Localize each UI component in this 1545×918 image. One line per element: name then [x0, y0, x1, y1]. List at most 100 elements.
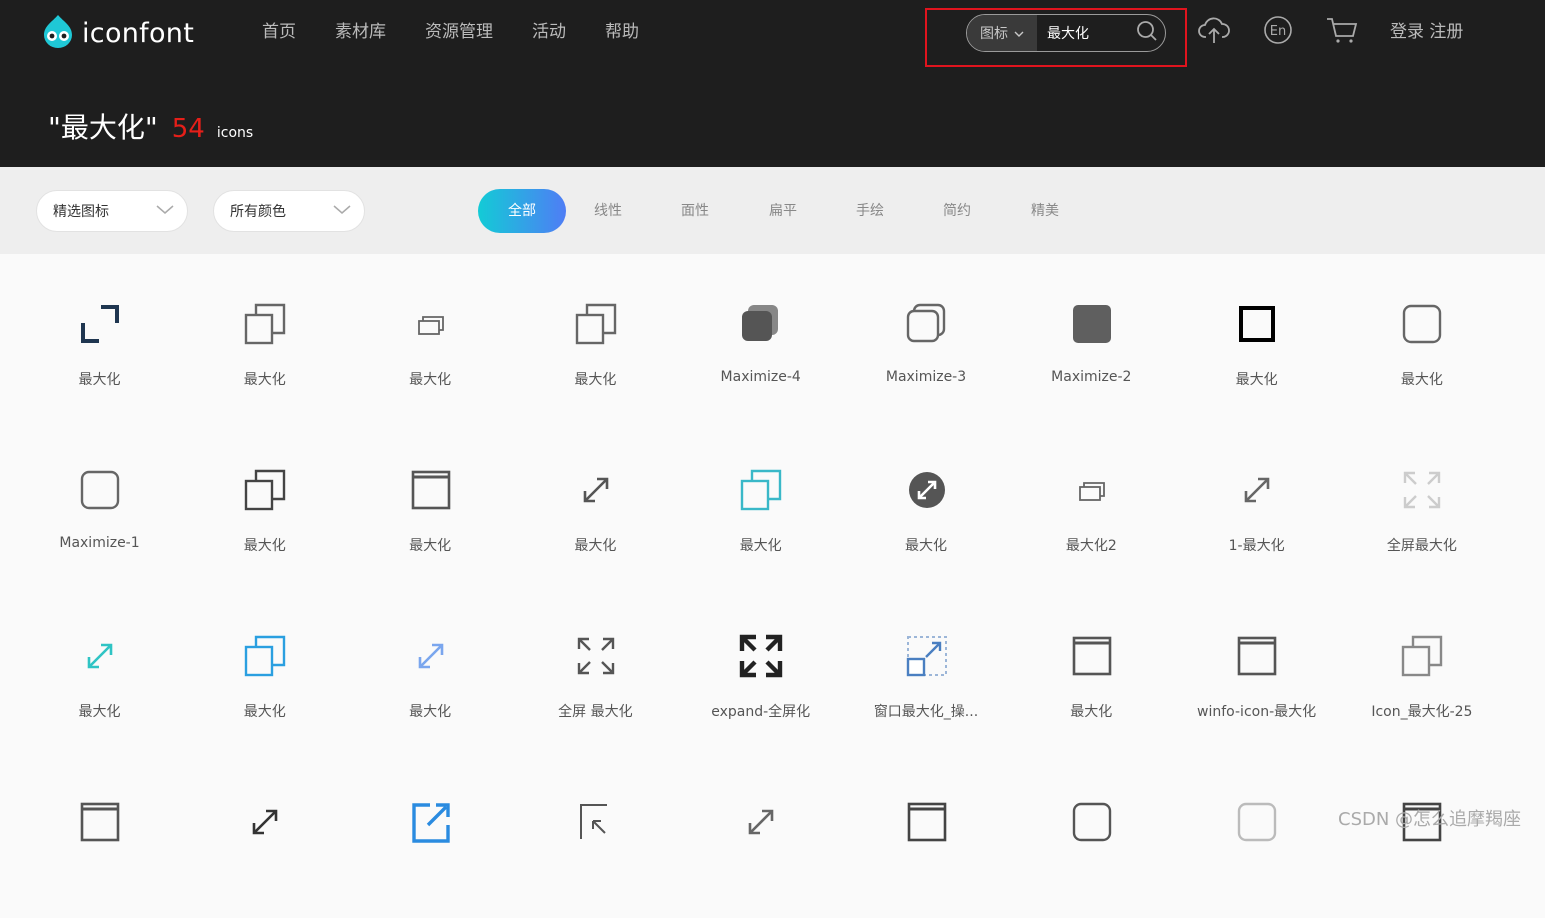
shopping-cart-icon: [1325, 15, 1359, 49]
icon-card-label: Maximize-1: [59, 535, 140, 551]
icon-set-dropdown[interactable]: 精选图标: [36, 190, 188, 232]
icon-card[interactable]: [182, 752, 347, 918]
result-count: 54: [171, 114, 205, 144]
small-restore-window-icon: [1069, 467, 1115, 513]
icon-card[interactable]: 最大化: [348, 254, 513, 420]
restore-window-icon: [242, 633, 288, 679]
icon-card[interactable]: [1339, 752, 1504, 918]
icon-card-label: 最大化: [409, 704, 452, 720]
icon-card[interactable]: 最大化: [182, 586, 347, 752]
logo-text: iconfont: [82, 17, 195, 49]
nav-help[interactable]: 帮助: [605, 20, 639, 44]
icon-card-label: 最大化: [243, 372, 286, 388]
search-input[interactable]: [1037, 15, 1129, 51]
icon-card[interactable]: Maximize-4: [678, 254, 843, 420]
icon-card[interactable]: 最大化: [17, 586, 182, 752]
chevron-down-icon: [1014, 25, 1024, 41]
icon-card[interactable]: Maximize-2: [1009, 254, 1174, 420]
main-nav: 首页 素材库 资源管理 活动 帮助: [262, 20, 678, 44]
icon-card[interactable]: [513, 752, 678, 918]
icon-card[interactable]: winfo-icon-最大化: [1174, 586, 1339, 752]
diagonal-arrows-icon: [738, 799, 784, 845]
icon-card[interactable]: [678, 752, 843, 918]
icon-card[interactable]: expand-全屏化: [678, 586, 843, 752]
search-type-select[interactable]: 图标: [967, 15, 1037, 51]
icon-card[interactable]: 最大化: [17, 254, 182, 420]
login-link[interactable]: 登录: [1390, 22, 1424, 42]
icon-card-label: Maximize-3: [885, 369, 967, 385]
diagonal-arrows-icon: [77, 633, 123, 679]
auth-links: 登录 注册: [1390, 20, 1463, 44]
icon-card-label: 1-最大化: [1228, 538, 1285, 554]
icon-card[interactable]: 最大化: [182, 254, 347, 420]
icon-card[interactable]: Maximize-1: [17, 420, 182, 586]
tab-all[interactable]: 全部: [478, 189, 566, 233]
icon-card-label: 最大化: [409, 372, 452, 388]
icon-card-label: 最大化: [78, 372, 121, 388]
icon-card[interactable]: 1-最大化: [1174, 420, 1339, 586]
icon-card[interactable]: 最大化: [513, 420, 678, 586]
restore-window-icon: [738, 467, 784, 513]
icon-card[interactable]: [844, 752, 1009, 918]
icon-card[interactable]: 最大化: [1174, 254, 1339, 420]
diagonal-arrows-icon: [408, 633, 454, 679]
fullscreen-arrows-icon: [573, 633, 619, 679]
icon-card[interactable]: [1009, 752, 1174, 918]
tab-flat[interactable]: 扁平: [769, 189, 797, 233]
register-link[interactable]: 注册: [1429, 22, 1463, 42]
icon-card-label: 最大化: [243, 704, 286, 720]
window-frame-icon: [904, 799, 950, 845]
icon-card[interactable]: 最大化: [678, 420, 843, 586]
nav-resource-manage[interactable]: 资源管理: [425, 20, 493, 44]
icon-card[interactable]: 窗口最大化_操...: [844, 586, 1009, 752]
cart-button[interactable]: [1325, 15, 1359, 49]
rounded-square-icon: [77, 467, 123, 513]
icon-card-label: Maximize-2: [1051, 369, 1132, 385]
icon-card-label: 最大化: [574, 372, 617, 388]
icon-card[interactable]: 最大化: [1339, 254, 1504, 420]
tab-hand-drawn[interactable]: 手绘: [856, 189, 884, 233]
icon-card-label: 最大化2: [1065, 538, 1117, 554]
language-switch[interactable]: En: [1261, 15, 1295, 49]
nav-library[interactable]: 素材库: [335, 20, 386, 44]
icon-card[interactable]: [1174, 752, 1339, 918]
tab-linear[interactable]: 线性: [594, 189, 622, 233]
icon-card-label: 最大化: [1070, 704, 1113, 720]
icon-card[interactable]: 最大化: [1009, 586, 1174, 752]
window-frame-icon: [77, 799, 123, 845]
tab-filled[interactable]: 面性: [681, 189, 709, 233]
circle-expand-icon: [904, 467, 950, 513]
search-button[interactable]: [1129, 15, 1165, 51]
icon-card-label: winfo-icon-最大化: [1197, 704, 1317, 720]
bold-fullscreen-arrows-icon: [738, 633, 784, 679]
icon-card[interactable]: 最大化: [513, 254, 678, 420]
icon-card[interactable]: Icon_最大化-25: [1339, 586, 1504, 752]
tab-exquisite[interactable]: 精美: [1031, 189, 1059, 233]
language-label: En: [1270, 24, 1286, 39]
bold-square-icon: [1234, 301, 1280, 347]
nav-activity[interactable]: 活动: [532, 20, 566, 44]
icon-card[interactable]: 全屏最大化: [1339, 420, 1504, 586]
icon-card[interactable]: 最大化: [348, 420, 513, 586]
icon-card[interactable]: 全屏 最大化: [513, 586, 678, 752]
diagonal-arrows-icon: [242, 799, 288, 845]
nav-home[interactable]: 首页: [262, 20, 296, 44]
icon-card[interactable]: Maximize-3: [844, 254, 1009, 420]
logo[interactable]: iconfont: [38, 14, 194, 52]
top-header: iconfont 首页 素材库 资源管理 活动 帮助 图标 En: [0, 0, 1545, 167]
icon-card[interactable]: 最大化: [844, 420, 1009, 586]
chevron-down-icon: [332, 202, 352, 220]
icon-card[interactable]: 最大化: [182, 420, 347, 586]
icon-card[interactable]: 最大化2: [1009, 420, 1174, 586]
icon-card-label: 最大化: [243, 538, 286, 554]
icon-card[interactable]: [348, 752, 513, 918]
icon-card[interactable]: 最大化: [348, 586, 513, 752]
icon-card-label: 最大化: [574, 538, 617, 554]
icon-card-label: 全屏最大化: [1386, 538, 1457, 554]
color-dropdown[interactable]: 所有颜色: [213, 190, 365, 232]
icon-card[interactable]: [17, 752, 182, 918]
result-query: "最大化": [48, 111, 158, 144]
color-label: 所有颜色: [230, 204, 286, 220]
upload-button[interactable]: [1197, 15, 1231, 49]
tab-simple[interactable]: 简约: [943, 189, 971, 233]
